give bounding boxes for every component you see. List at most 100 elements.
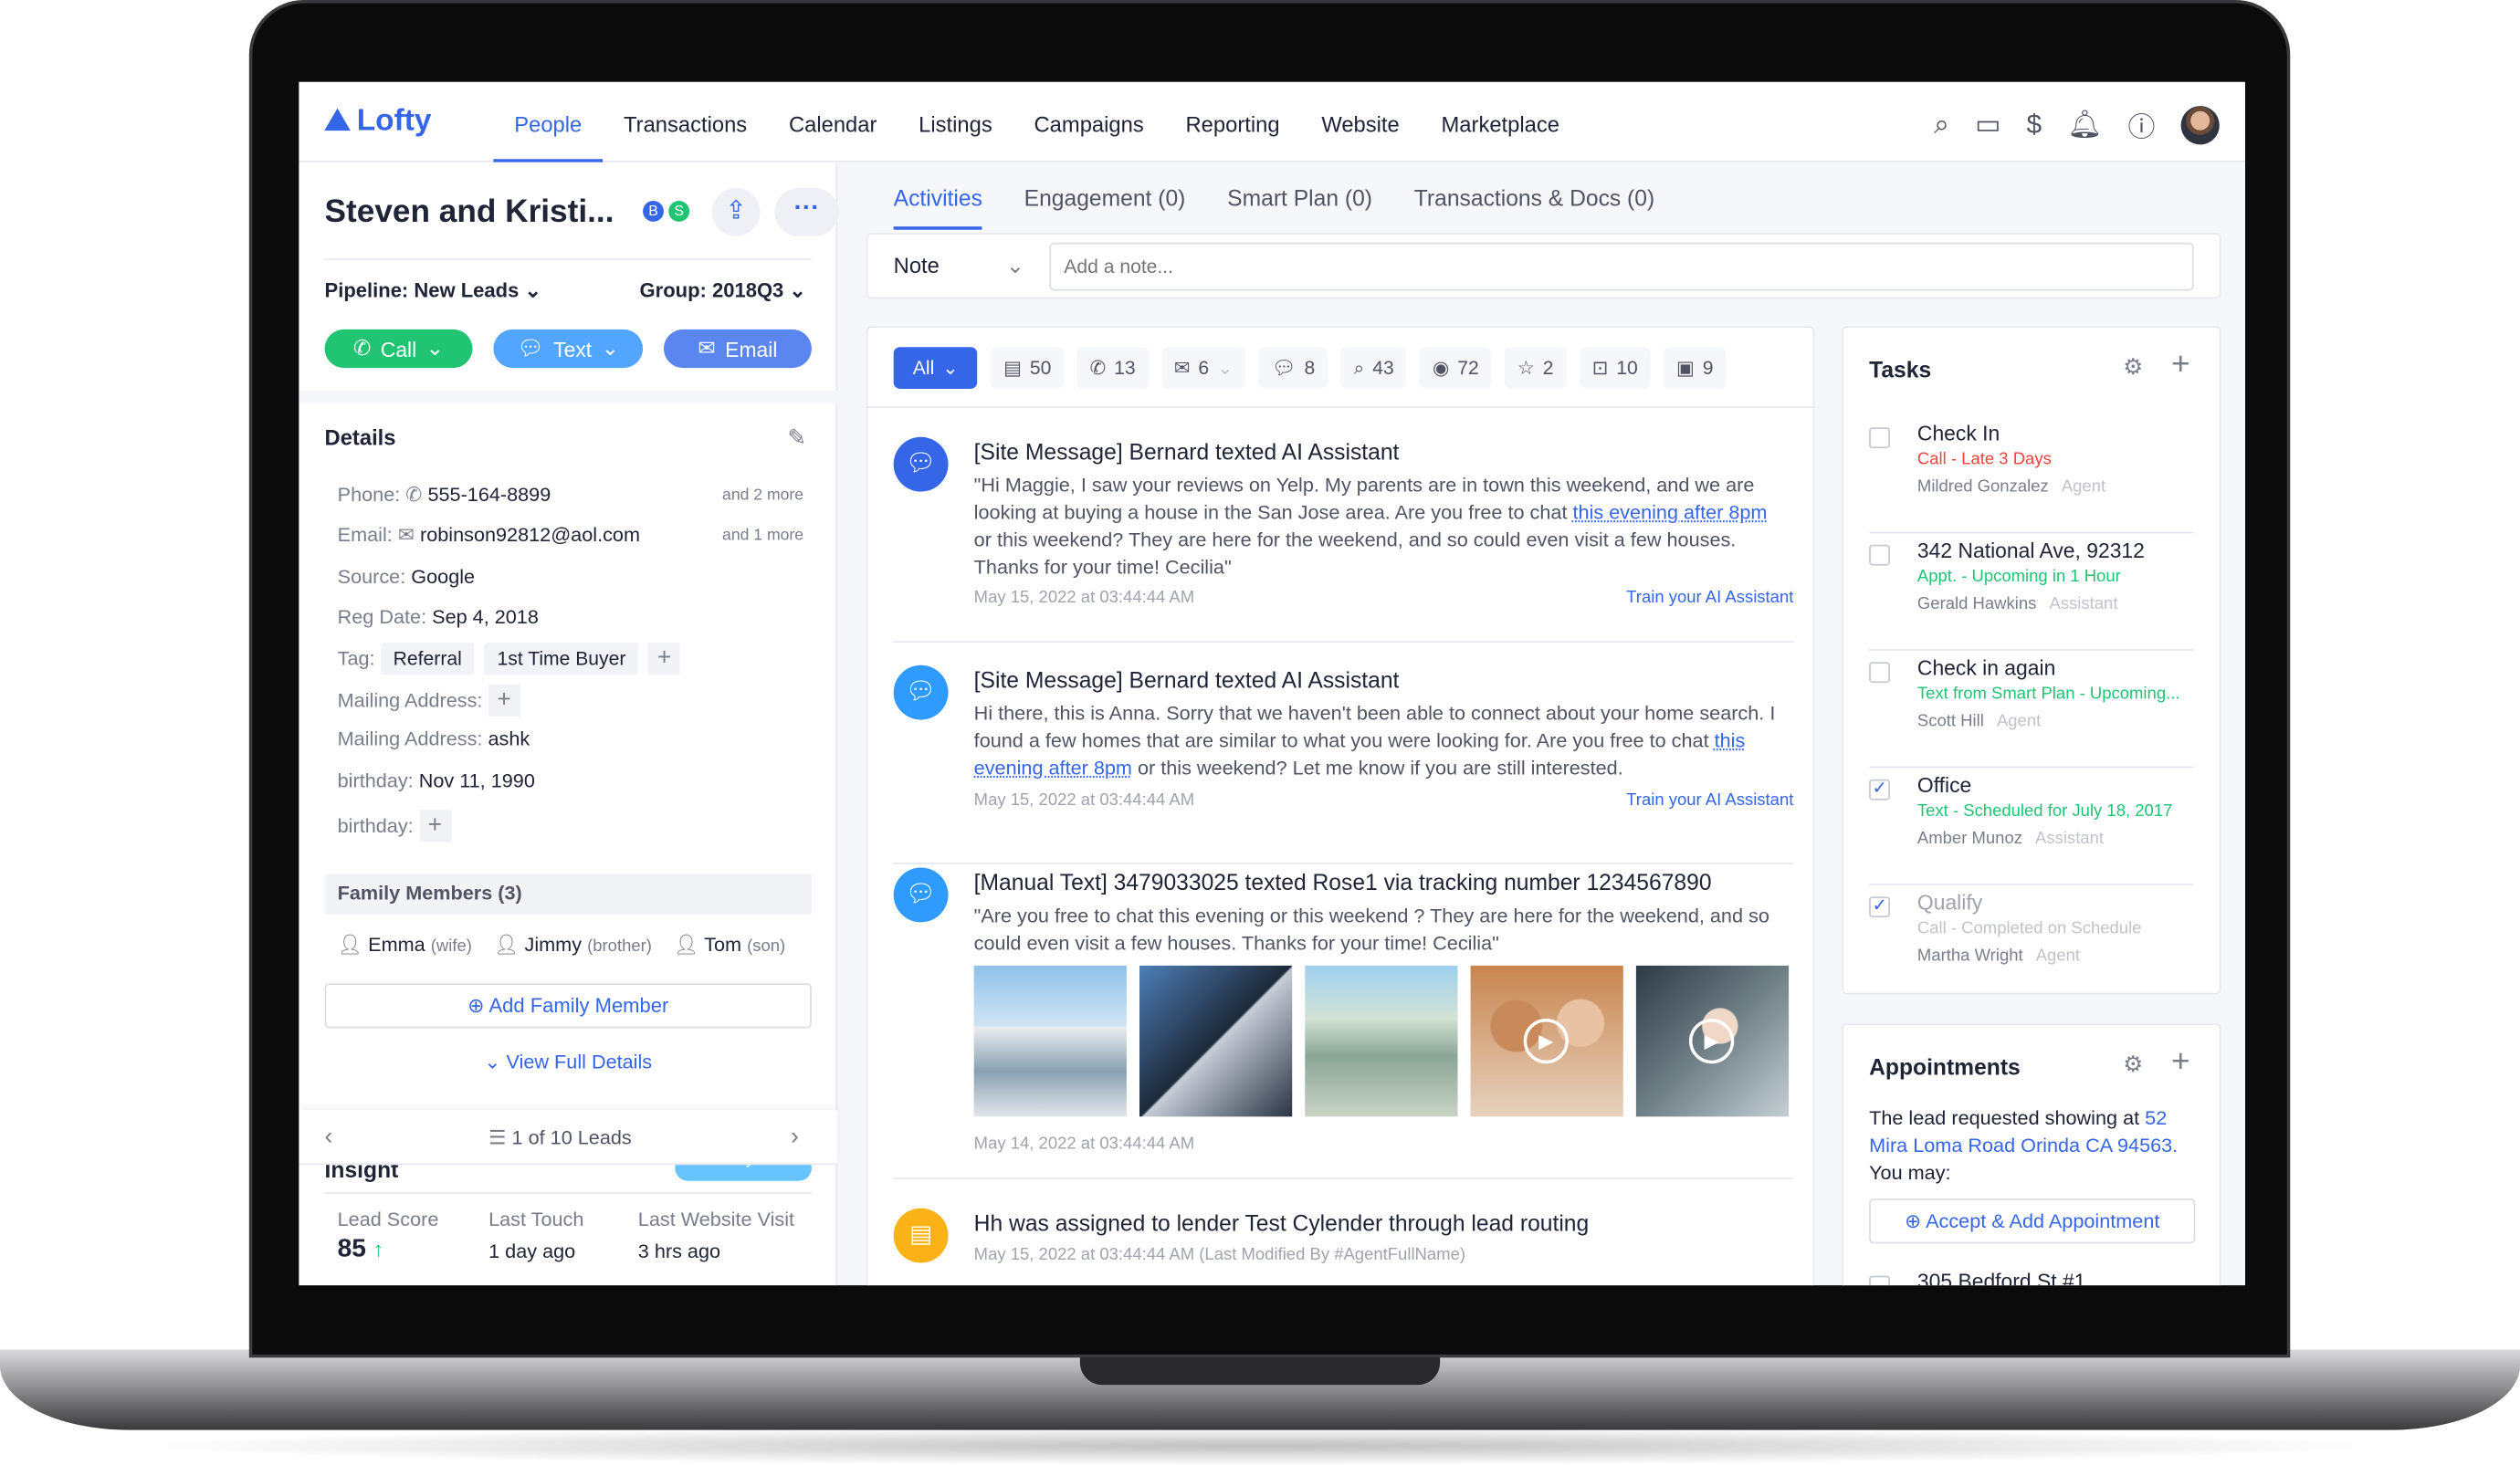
phone-icon: ✆ bbox=[1089, 356, 1107, 380]
appointments-title: Appointments bbox=[1869, 1053, 2021, 1080]
tab-smart-plan[interactable]: Smart Plan (0) bbox=[1227, 184, 1372, 229]
family-list: 👤︎ Emma (wife) 👤︎ Jimmy (brother) 👤︎ Tom… bbox=[337, 933, 786, 957]
nav-website[interactable]: Website bbox=[1300, 82, 1420, 162]
filter-website[interactable]: ▣ 9 bbox=[1663, 347, 1727, 389]
photo-thumbnail[interactable] bbox=[973, 965, 1127, 1117]
dollar-icon[interactable]: $ bbox=[2027, 109, 2042, 141]
task-checkbox[interactable]: ✓ bbox=[1869, 896, 1890, 918]
filter-views[interactable]: ◉ 72 bbox=[1419, 347, 1492, 389]
eye-icon: ◉ bbox=[1432, 356, 1450, 380]
activity-item: ▤ Hh was assigned to lender Test Cylende… bbox=[893, 1205, 1794, 1285]
add-birthday-button[interactable]: + bbox=[418, 810, 451, 842]
inbox-icon[interactable]: ▭ bbox=[1975, 109, 2000, 141]
text-button[interactable]: 💬︎ Text ⌄ bbox=[493, 329, 644, 369]
email-button[interactable]: ✉ Email bbox=[663, 329, 812, 369]
add-task-icon[interactable]: + bbox=[2171, 347, 2190, 383]
accept-appointment-button[interactable]: ⊕ Accept & Add Appointment bbox=[1869, 1198, 2196, 1244]
edit-icon[interactable]: ✎ bbox=[787, 424, 806, 452]
task-checkbox[interactable] bbox=[1869, 662, 1890, 684]
task-checkbox[interactable] bbox=[1869, 1275, 1890, 1286]
view-full-details-link[interactable]: ⌄ View Full Details bbox=[299, 1051, 837, 1073]
avatar[interactable] bbox=[2180, 105, 2220, 144]
filter-transactions[interactable]: ⊡ 10 bbox=[1579, 347, 1651, 389]
note-type-select[interactable]: Note ⌄ bbox=[894, 254, 1024, 277]
add-appointment-icon[interactable]: + bbox=[2171, 1044, 2190, 1081]
filter-texts[interactable]: 💬︎ 8 bbox=[1258, 347, 1328, 389]
nav-marketplace[interactable]: Marketplace bbox=[1421, 82, 1580, 162]
email-value[interactable]: robinson92812@aol.com bbox=[420, 524, 640, 547]
task-checkbox[interactable] bbox=[1869, 544, 1890, 566]
briefcase-icon: ⊡ bbox=[1591, 356, 1609, 380]
note-input[interactable] bbox=[1049, 242, 2194, 291]
media-gallery: ▶ ▶ bbox=[973, 965, 1790, 1117]
task-item[interactable]: 305 Bedford St #1 bbox=[1869, 1266, 2194, 1286]
tag[interactable]: 1st Time Buyer bbox=[484, 643, 639, 675]
main-nav: People Transactions Calendar Listings Ca… bbox=[493, 82, 1580, 162]
video-thumbnail[interactable]: ▶ bbox=[1470, 965, 1623, 1117]
video-thumbnail[interactable]: ▶ bbox=[1635, 965, 1790, 1117]
filter-all[interactable]: All ⌄ bbox=[893, 347, 978, 389]
add-tag-button[interactable]: + bbox=[648, 643, 681, 675]
buyer-badge: B bbox=[643, 201, 664, 222]
task-item[interactable]: ✓ Office Text - Scheduled for July 18, 201… bbox=[1869, 769, 2194, 885]
gear-icon[interactable]: ⚙ bbox=[2123, 353, 2143, 381]
call-button[interactable]: ✆ Call ⌄ bbox=[324, 329, 473, 369]
nav-calendar[interactable]: Calendar bbox=[768, 82, 898, 162]
phone-value[interactable]: 555-164-8899 bbox=[427, 484, 551, 507]
lead-score: 85 ↑ bbox=[337, 1235, 384, 1263]
add-address-button[interactable]: + bbox=[488, 684, 520, 717]
time-link[interactable]: this evening after 8pm bbox=[1572, 501, 1767, 524]
add-family-member-button[interactable]: ⊕ Add Family Member bbox=[324, 983, 812, 1029]
share-icon[interactable]: ⇪ bbox=[711, 187, 761, 236]
message-icon: 💬︎ bbox=[893, 436, 949, 492]
filter-calls[interactable]: ✆ 13 bbox=[1076, 347, 1149, 389]
lead-name: Steven and Kristi... bbox=[324, 194, 614, 230]
notes-icon: ▤ bbox=[1003, 356, 1023, 380]
divider bbox=[324, 258, 812, 261]
nav-campaigns[interactable]: Campaigns bbox=[1013, 82, 1165, 162]
task-item[interactable]: Check In Call - Late 3 Days Mildred Gonzal… bbox=[1869, 418, 2194, 534]
nav-listings[interactable]: Listings bbox=[898, 82, 1013, 162]
filter-notes[interactable]: ▤ 50 bbox=[990, 347, 1065, 389]
chat-icon: 💬︎ bbox=[1271, 356, 1297, 380]
tab-activities[interactable]: Activities bbox=[893, 184, 982, 230]
task-item[interactable]: ✓ Qualify Call - Completed on Schedule Mart… bbox=[1869, 887, 2194, 1003]
last-visit-label: Last Website Visit bbox=[637, 1208, 795, 1231]
pipeline-select[interactable]: Pipeline: New Leads ⌄ bbox=[325, 278, 541, 302]
more-icon[interactable]: ··· bbox=[774, 187, 839, 236]
gear-icon[interactable]: ⚙ bbox=[2123, 1051, 2143, 1078]
last-visit: 3 hrs ago bbox=[637, 1240, 721, 1263]
help-icon[interactable]: ⓘ bbox=[2128, 104, 2156, 144]
nav-reporting[interactable]: Reporting bbox=[1165, 82, 1301, 162]
photo-thumbnail[interactable] bbox=[1305, 965, 1458, 1117]
nav-transactions[interactable]: Transactions bbox=[603, 82, 768, 162]
next-lead-icon[interactable]: › bbox=[791, 1123, 799, 1150]
bell-icon[interactable]: 🔔︎ bbox=[2067, 109, 2102, 141]
task-checkbox[interactable] bbox=[1869, 427, 1890, 449]
phone-more[interactable]: and 2 more bbox=[722, 487, 803, 504]
filter-emails[interactable]: ✉ 6 ⌄ bbox=[1160, 347, 1246, 389]
group-select[interactable]: Group: 2018Q3 ⌄ bbox=[640, 278, 806, 302]
email-more[interactable]: and 1 more bbox=[722, 527, 803, 544]
activity-item: 💬︎ [Site Message] Bernard texted AI Assi… bbox=[893, 662, 1794, 864]
play-icon: ▶ bbox=[1523, 1018, 1569, 1064]
note-bar: Note ⌄ bbox=[866, 233, 2221, 299]
tag[interactable]: Referral bbox=[380, 643, 475, 675]
tab-transactions-docs[interactable]: Transactions & Docs (0) bbox=[1414, 184, 1654, 229]
logo[interactable]: ⛰ Lofty bbox=[325, 104, 432, 140]
filter-searches[interactable]: ⌕ 43 bbox=[1340, 347, 1407, 389]
task-checkbox[interactable]: ✓ bbox=[1869, 779, 1890, 801]
activity-item: 💬︎ [Manual Text] 3479033025 texted Rose1… bbox=[893, 864, 1794, 1179]
monitor-icon: ▣ bbox=[1676, 356, 1695, 380]
tab-engagement[interactable]: Engagement (0) bbox=[1024, 184, 1186, 229]
photo-thumbnail[interactable] bbox=[1139, 965, 1293, 1117]
train-ai-link[interactable]: Train your AI Assistant bbox=[1626, 588, 1793, 607]
filter-favorites[interactable]: ☆ 2 bbox=[1504, 347, 1567, 389]
nav-people[interactable]: People bbox=[493, 82, 604, 162]
document-icon: ▤ bbox=[893, 1208, 949, 1263]
task-item[interactable]: Check in again Text from Smart Plan - Upc… bbox=[1869, 653, 2194, 769]
task-item[interactable]: 342 National Ave, 92312 Appt. - Upcoming … bbox=[1869, 535, 2194, 651]
prev-lead-icon[interactable]: ‹ bbox=[325, 1123, 333, 1150]
search-icon[interactable]: ⌕ bbox=[1934, 109, 1949, 141]
train-ai-link[interactable]: Train your AI Assistant bbox=[1626, 790, 1793, 810]
